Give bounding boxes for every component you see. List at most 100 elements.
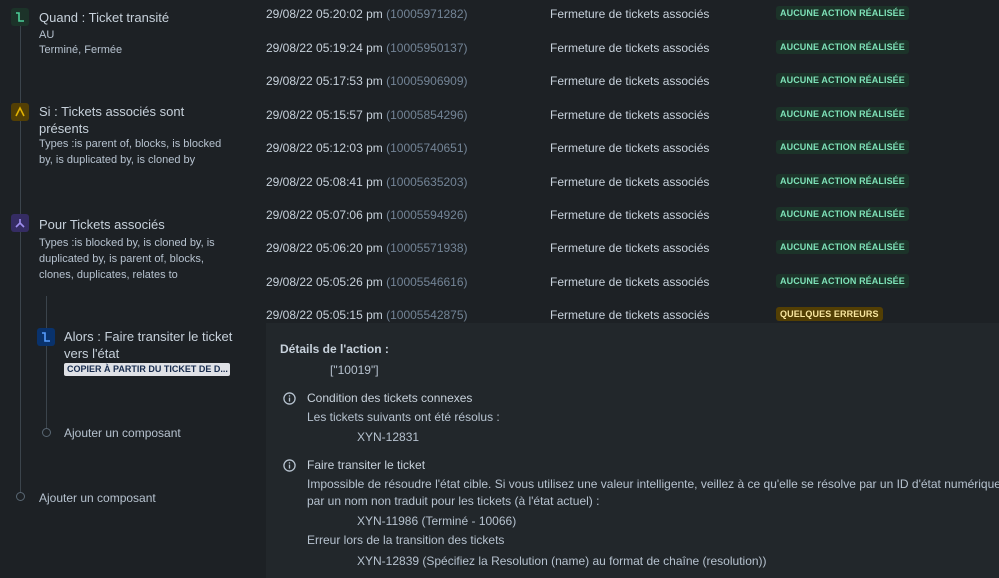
info-icon bbox=[283, 392, 296, 405]
log-action-name: Fermeture de tickets associés bbox=[550, 108, 710, 122]
trigger-sub-states: Terminé, Fermée bbox=[39, 44, 123, 56]
log-action-name: Fermeture de tickets associés bbox=[550, 175, 710, 189]
log-timestamp: 29/08/22 05:19:24 pm (10005950137) bbox=[266, 41, 468, 55]
log-time-text: 29/08/22 05:07:06 pm bbox=[266, 208, 383, 222]
add-component-inner-button[interactable]: Ajouter un composant bbox=[64, 426, 181, 440]
branch-title: Pour Tickets associés bbox=[39, 217, 165, 232]
branch-sub-line1: Types :is blocked by, is cloned by, is bbox=[39, 237, 215, 249]
transition-error-ticket-link[interactable]: XYN-12839 (Spécifiez la Resolution (name… bbox=[357, 554, 767, 568]
log-time-text: 29/08/22 05:19:24 pm bbox=[266, 41, 383, 55]
action-title-line1: Alors : Faire transiter le ticket bbox=[64, 329, 233, 344]
branch-icon bbox=[11, 214, 29, 232]
transition-error-title: Erreur lors de la transition des tickets bbox=[307, 533, 505, 547]
log-row[interactable]: 29/08/22 05:05:26 pm (10005546616) Fermet… bbox=[266, 267, 999, 300]
section-transition-line2: par un nom non traduit pour les tickets … bbox=[307, 494, 600, 508]
log-row[interactable]: 29/08/22 05:12:03 pm (10005740651) Fermet… bbox=[266, 133, 999, 166]
audit-log-list: 29/08/22 05:20:02 pm (10005971282) Fermet… bbox=[266, 0, 999, 323]
status-badge: QUELQUES ERREURS bbox=[776, 307, 883, 321]
condition-title-line2: présents bbox=[39, 121, 89, 136]
trigger-title: Quand : Ticket transité bbox=[39, 10, 170, 25]
condition-sub-line1: Types :is parent of, blocks, is blocked bbox=[39, 138, 222, 150]
status-badge: AUCUNE ACTION RÉALISÉE bbox=[776, 107, 909, 121]
transition-icon bbox=[11, 8, 29, 26]
log-row[interactable]: 29/08/22 05:07:06 pm (10005594926) Fermet… bbox=[266, 200, 999, 233]
log-time-text: 29/08/22 05:06:20 pm bbox=[266, 241, 383, 255]
log-time-text: 29/08/22 05:05:15 pm bbox=[266, 308, 383, 322]
log-action-name: Fermeture de tickets associés bbox=[550, 7, 710, 21]
log-action-name: Fermeture de tickets associés bbox=[550, 308, 710, 322]
log-timestamp: 29/08/22 05:20:02 pm (10005971282) bbox=[266, 7, 468, 21]
condition-title-line1: Si : Tickets associés sont bbox=[39, 104, 185, 119]
log-id: (10005906909) bbox=[386, 74, 468, 88]
branch-sub-line3: clones, duplicates, relates to bbox=[39, 269, 178, 281]
log-time-text: 29/08/22 05:15:57 pm bbox=[266, 108, 383, 122]
log-timestamp: 29/08/22 05:12:03 pm (10005740651) bbox=[266, 141, 468, 155]
status-badge: AUCUNE ACTION RÉALISÉE bbox=[776, 6, 909, 20]
section-related-condition-line: Les tickets suivants ont été résolus : bbox=[307, 410, 500, 424]
status-badge: AUCUNE ACTION RÉALISÉE bbox=[776, 140, 909, 154]
status-badge: AUCUNE ACTION RÉALISÉE bbox=[776, 274, 909, 288]
rule-step-branch[interactable]: Pour Tickets associés Types :is blocked … bbox=[0, 208, 266, 288]
status-badge: AUCUNE ACTION RÉALISÉE bbox=[776, 73, 909, 87]
log-timestamp: 29/08/22 05:06:20 pm (10005571938) bbox=[266, 241, 468, 255]
add-component-outer-button[interactable]: Ajouter un composant bbox=[39, 491, 156, 505]
rule-step-action[interactable]: Alors : Faire transiter le ticket vers l… bbox=[30, 322, 266, 382]
log-row[interactable]: 29/08/22 05:08:41 pm (10005635203) Fermet… bbox=[266, 167, 999, 200]
details-heading: Détails de l'action : bbox=[280, 342, 389, 356]
rule-panel: Quand : Ticket transité AU Terminé, Ferm… bbox=[0, 0, 266, 578]
rule-step-trigger[interactable]: Quand : Ticket transité AU Terminé, Ferm… bbox=[0, 0, 266, 90]
log-id: (10005971282) bbox=[386, 7, 468, 21]
log-id: (10005542875) bbox=[386, 308, 468, 322]
status-badge: AUCUNE ACTION RÉALISÉE bbox=[776, 207, 909, 221]
log-action-name: Fermeture de tickets associés bbox=[550, 275, 710, 289]
transition-icon bbox=[37, 328, 55, 346]
action-details-panel: Détails de l'action : ["10019"] Conditio… bbox=[266, 323, 999, 578]
section-related-condition-title: Condition des tickets connexes bbox=[307, 391, 473, 405]
log-action-name: Fermeture de tickets associés bbox=[550, 208, 710, 222]
transition-ticket-link[interactable]: XYN-11986 (Terminé - 10066) bbox=[357, 514, 516, 528]
action-copy-tag: COPIER À PARTIR DU TICKET DE D... bbox=[64, 363, 230, 376]
log-time-text: 29/08/22 05:05:26 pm bbox=[266, 275, 383, 289]
log-action-name: Fermeture de tickets associés bbox=[550, 241, 710, 255]
resolved-ticket-link[interactable]: XYN-12831 bbox=[357, 430, 419, 444]
log-id: (10005740651) bbox=[386, 141, 468, 155]
log-row[interactable]: 29/08/22 05:19:24 pm (10005950137) Fermet… bbox=[266, 33, 999, 66]
log-timestamp: 29/08/22 05:15:57 pm (10005854296) bbox=[266, 108, 468, 122]
details-value: ["10019"] bbox=[330, 363, 379, 377]
condition-sub-line2: by, is duplicated by, is cloned by bbox=[39, 154, 196, 166]
rule-step-condition[interactable]: Si : Tickets associés sont présents Type… bbox=[0, 96, 266, 176]
log-id: (10005950137) bbox=[386, 41, 468, 55]
log-timestamp: 29/08/22 05:17:53 pm (10005906909) bbox=[266, 74, 468, 88]
log-row[interactable]: 29/08/22 05:06:20 pm (10005571938) Fermet… bbox=[266, 233, 999, 266]
log-time-text: 29/08/22 05:17:53 pm bbox=[266, 74, 383, 88]
log-action-name: Fermeture de tickets associés bbox=[550, 74, 710, 88]
log-time-text: 29/08/22 05:20:02 pm bbox=[266, 7, 383, 21]
section-transition-line1: Impossible de résoudre l'état cible. Si … bbox=[307, 477, 999, 491]
condition-icon bbox=[11, 103, 29, 121]
log-action-name: Fermeture de tickets associés bbox=[550, 141, 710, 155]
status-badge: AUCUNE ACTION RÉALISÉE bbox=[776, 240, 909, 254]
log-timestamp: 29/08/22 05:05:15 pm (10005542875) bbox=[266, 308, 468, 322]
log-timestamp: 29/08/22 05:07:06 pm (10005594926) bbox=[266, 208, 468, 222]
status-badge: AUCUNE ACTION RÉALISÉE bbox=[776, 40, 909, 54]
add-component-dot-outer bbox=[16, 492, 25, 501]
log-action-name: Fermeture de tickets associés bbox=[550, 41, 710, 55]
trigger-sub-label: AU bbox=[39, 29, 55, 41]
add-component-dot-inner bbox=[42, 428, 51, 437]
log-id: (10005635203) bbox=[386, 175, 468, 189]
log-id: (10005546616) bbox=[386, 275, 468, 289]
log-timestamp: 29/08/22 05:08:41 pm (10005635203) bbox=[266, 175, 468, 189]
log-id: (10005854296) bbox=[386, 108, 468, 122]
status-badge: AUCUNE ACTION RÉALISÉE bbox=[776, 174, 909, 188]
action-title-line2: vers l'état bbox=[64, 346, 120, 361]
section-transition-title: Faire transiter le ticket bbox=[307, 458, 426, 472]
log-time-text: 29/08/22 05:08:41 pm bbox=[266, 175, 383, 189]
info-icon bbox=[283, 459, 296, 472]
log-time-text: 29/08/22 05:12:03 pm bbox=[266, 141, 383, 155]
log-row[interactable]: 29/08/22 05:20:02 pm (10005971282) Fermet… bbox=[266, 0, 999, 32]
log-row[interactable]: 29/08/22 05:17:53 pm (10005906909) Fermet… bbox=[266, 66, 999, 99]
branch-sub-line2: duplicated by, is parent of, blocks, bbox=[39, 253, 204, 265]
log-id: (10005571938) bbox=[386, 241, 468, 255]
log-timestamp: 29/08/22 05:05:26 pm (10005546616) bbox=[266, 275, 468, 289]
log-row[interactable]: 29/08/22 05:15:57 pm (10005854296) Fermet… bbox=[266, 100, 999, 133]
